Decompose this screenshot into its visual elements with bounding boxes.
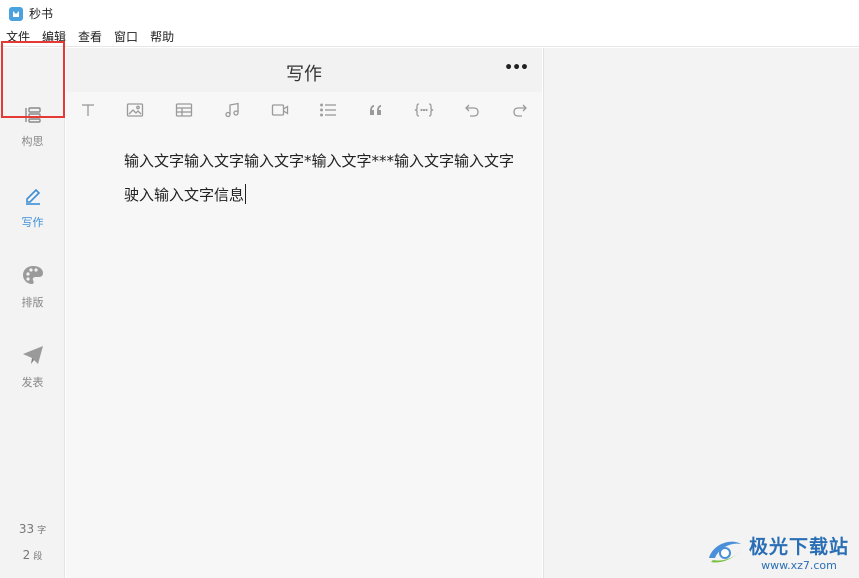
watermark-url: www.xz7.com — [761, 559, 837, 572]
sidebar-item-label: 发表 — [21, 376, 44, 389]
char-count-value: 33 — [18, 522, 35, 536]
title-bar: 秒书 — [0, 0, 859, 27]
page-title: 写作 — [286, 64, 322, 85]
image-icon[interactable] — [124, 100, 146, 120]
char-count: 33 字 — [0, 518, 65, 537]
sidebar-item-outline[interactable]: 构思 — [0, 96, 65, 158]
paragraph[interactable]: 输入文字输入文字输入文字*输入文字***输入文字输入文字 — [90, 148, 520, 174]
redo-icon[interactable] — [509, 100, 531, 120]
menu-window[interactable]: 窗口 — [114, 28, 138, 45]
undo-icon[interactable] — [461, 100, 483, 120]
sidebar-item-write[interactable]: 写作 — [0, 176, 65, 238]
palette-icon — [21, 264, 45, 290]
app-title: 秒书 — [29, 7, 54, 21]
watermark-logo-icon — [705, 536, 745, 568]
watermark-name: 极光下载站 — [748, 536, 849, 558]
paragraph-count-value: 2 — [22, 548, 31, 562]
paragraph-count-unit: 段 — [33, 552, 43, 562]
paragraph-count: 2段 — [0, 544, 65, 563]
pen-icon — [22, 184, 44, 210]
text-icon[interactable] — [77, 100, 99, 120]
menu-help[interactable]: 帮助 — [150, 28, 174, 45]
menu-file[interactable]: 文件 — [6, 28, 30, 45]
char-count-unit: 字 — [37, 526, 47, 536]
list-icon[interactable] — [317, 100, 339, 120]
editor-toolbar — [66, 96, 542, 124]
app-logo-icon — [9, 6, 23, 21]
editor-content[interactable]: 输入文字输入文字输入文字*输入文字***输入文字输入文字 驶入输入文字信息 — [90, 148, 520, 216]
video-icon[interactable] — [269, 100, 291, 120]
table-icon[interactable] — [173, 100, 195, 120]
menu-bar: 文件 编辑 查看 窗口 帮助 — [0, 27, 859, 47]
menu-edit[interactable]: 编辑 — [42, 28, 66, 45]
menu-view[interactable]: 查看 — [78, 28, 102, 45]
sidebar: 构思 写作 排版 发表 33 字 2段 — [0, 48, 65, 578]
editor-panel: 写作 ••• 输入文字输入文字输入文字*输入文字***输入文字输入文字 驶入输入… — [66, 48, 542, 578]
watermark: 极光下载站 www.xz7.com — [705, 532, 849, 572]
sidebar-item-label: 写作 — [21, 216, 44, 229]
sidebar-item-label: 排版 — [21, 296, 44, 309]
preview-panel: 极光下载站 www.xz7.com — [543, 48, 859, 578]
outline-icon — [23, 105, 43, 129]
sidebar-item-label: 构思 — [21, 135, 44, 148]
code-icon[interactable] — [413, 100, 435, 120]
paragraph[interactable]: 驶入输入文字信息 — [90, 182, 520, 208]
sidebar-item-layout[interactable]: 排版 — [0, 256, 65, 318]
quote-icon[interactable] — [365, 100, 387, 120]
paper-plane-icon — [21, 344, 45, 370]
sidebar-item-publish[interactable]: 发表 — [0, 336, 65, 398]
text-caret — [245, 184, 247, 204]
music-icon[interactable] — [221, 100, 243, 120]
more-button[interactable]: ••• — [504, 60, 529, 76]
paragraph-text: 驶入输入文字信息 — [124, 186, 245, 204]
editor-header: 写作 ••• — [66, 48, 542, 92]
